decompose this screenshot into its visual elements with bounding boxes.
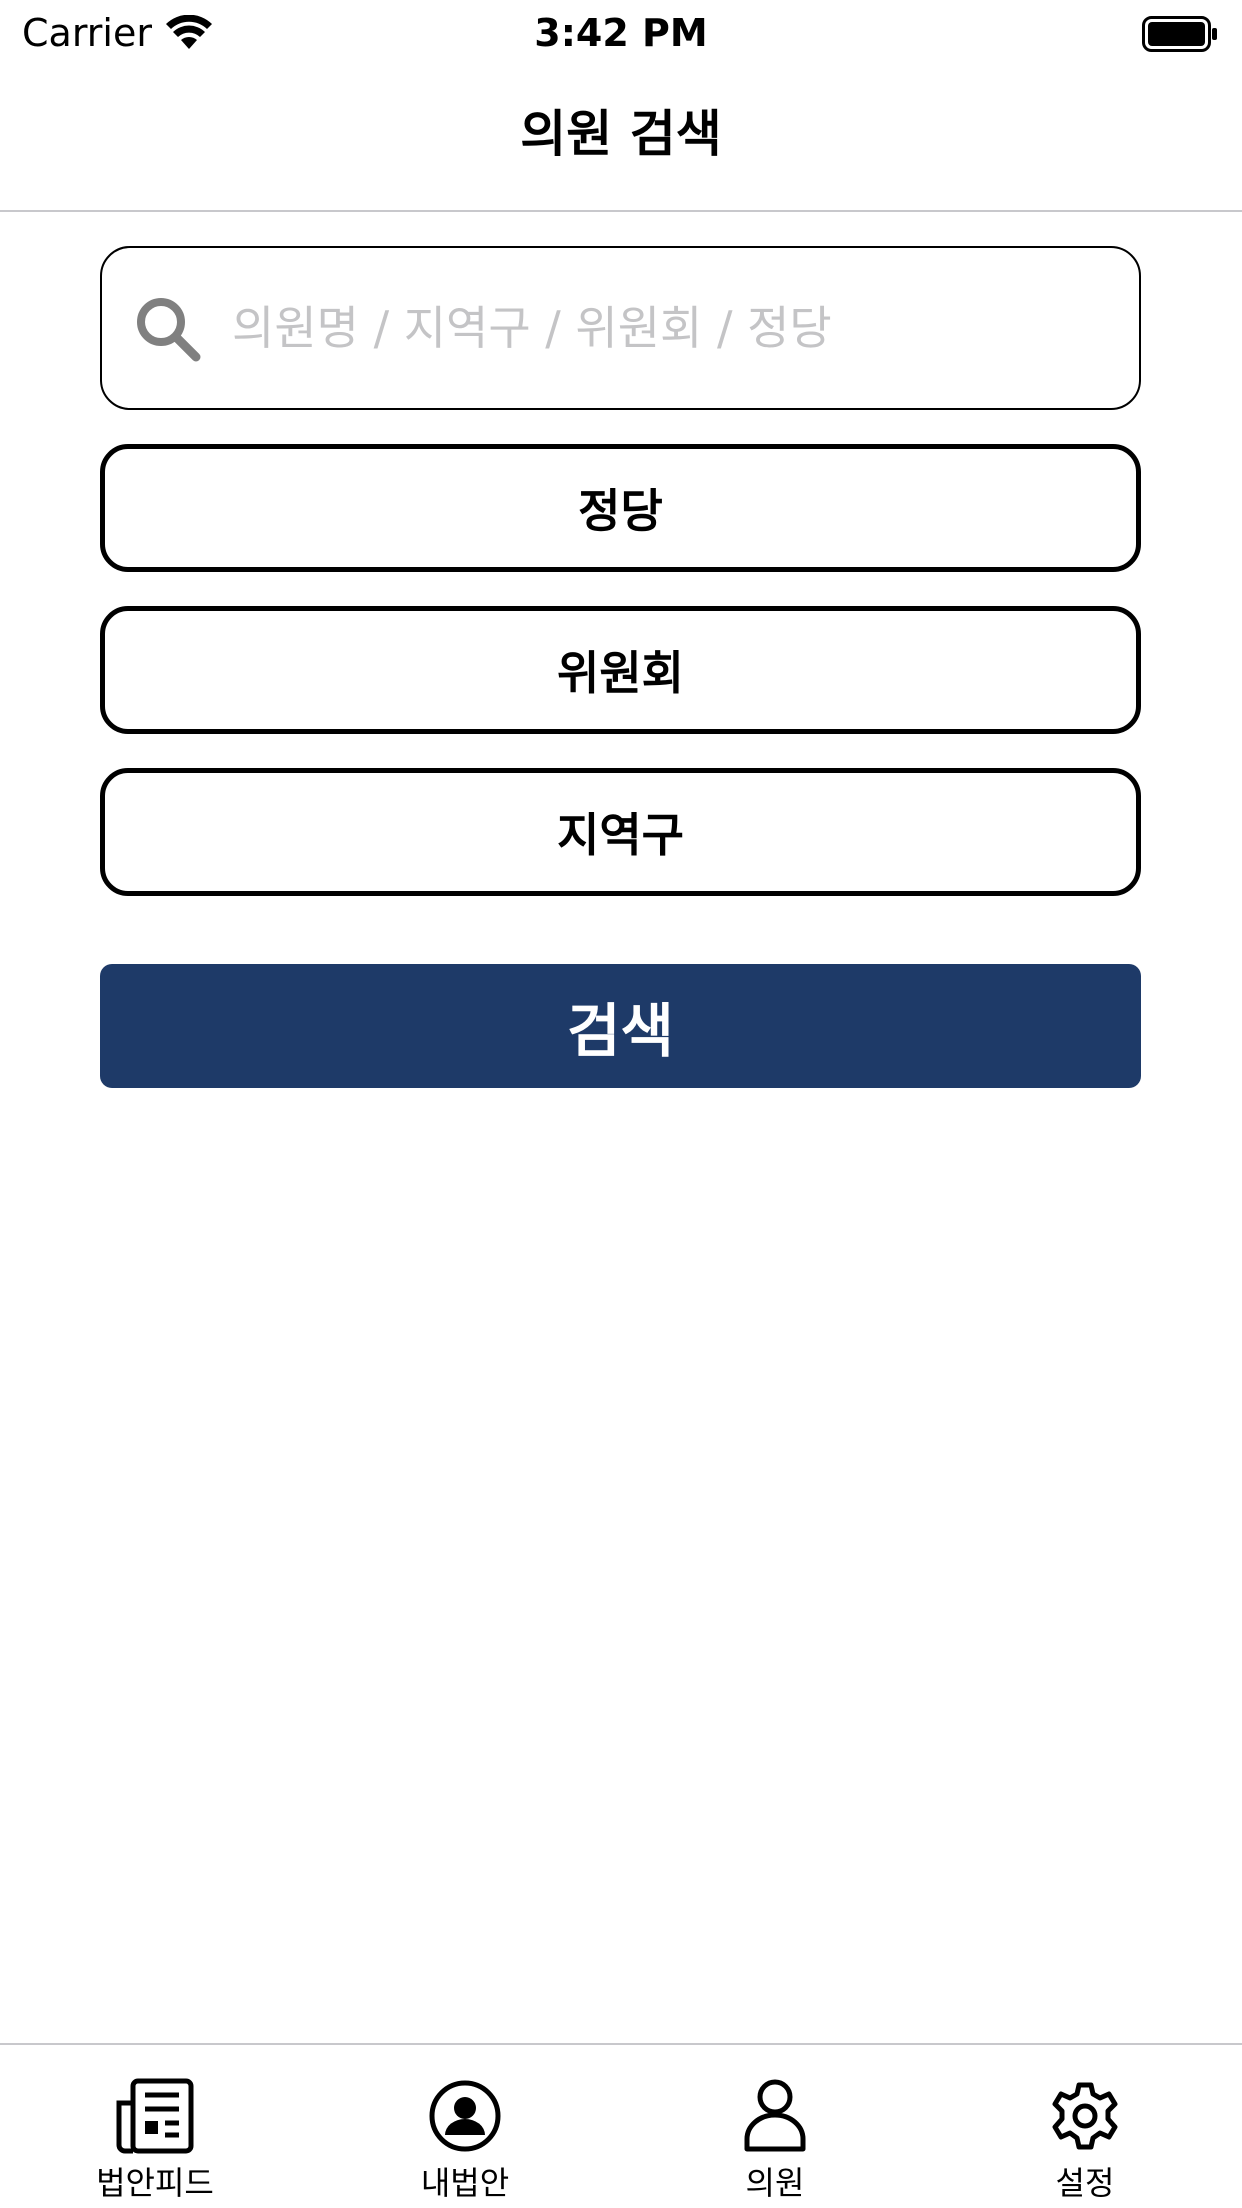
tab-label: 의원 [745, 2164, 805, 2202]
person-circle-icon [429, 2080, 501, 2152]
tab-my-bills[interactable]: 내법안 [310, 2045, 620, 2208]
status-time: 3:42 PM [534, 11, 708, 55]
search-field[interactable] [100, 246, 1141, 410]
page-title: 의원 검색 [520, 105, 722, 163]
tab-label: 법안피드 [96, 2164, 214, 2202]
gear-icon [1052, 2082, 1118, 2150]
tab-settings[interactable]: 설정 [930, 2045, 1240, 2208]
tab-label: 내법안 [420, 2164, 510, 2202]
search-button[interactable]: 검색 [100, 964, 1141, 1088]
search-icon [137, 298, 201, 362]
status-bar: Carrier 3:42 PM [0, 0, 1242, 66]
person-icon [744, 2079, 806, 2152]
tab-members[interactable]: 의원 [620, 2045, 930, 2208]
party-filter-button[interactable]: 정당 [100, 444, 1141, 572]
tab-bar: 법안피드 내법안 의원 설정 [0, 2043, 1242, 2208]
tab-bill-feed[interactable]: 법안피드 [0, 2045, 310, 2208]
newspaper-icon [116, 2078, 194, 2154]
committee-filter-button[interactable]: 위원회 [100, 606, 1141, 734]
search-input[interactable] [232, 301, 1092, 355]
tab-label: 설정 [1055, 2164, 1115, 2202]
battery-icon [1142, 16, 1217, 52]
navigation-bar: 의원 검색 [0, 66, 1242, 212]
district-filter-button[interactable]: 지역구 [100, 768, 1141, 896]
